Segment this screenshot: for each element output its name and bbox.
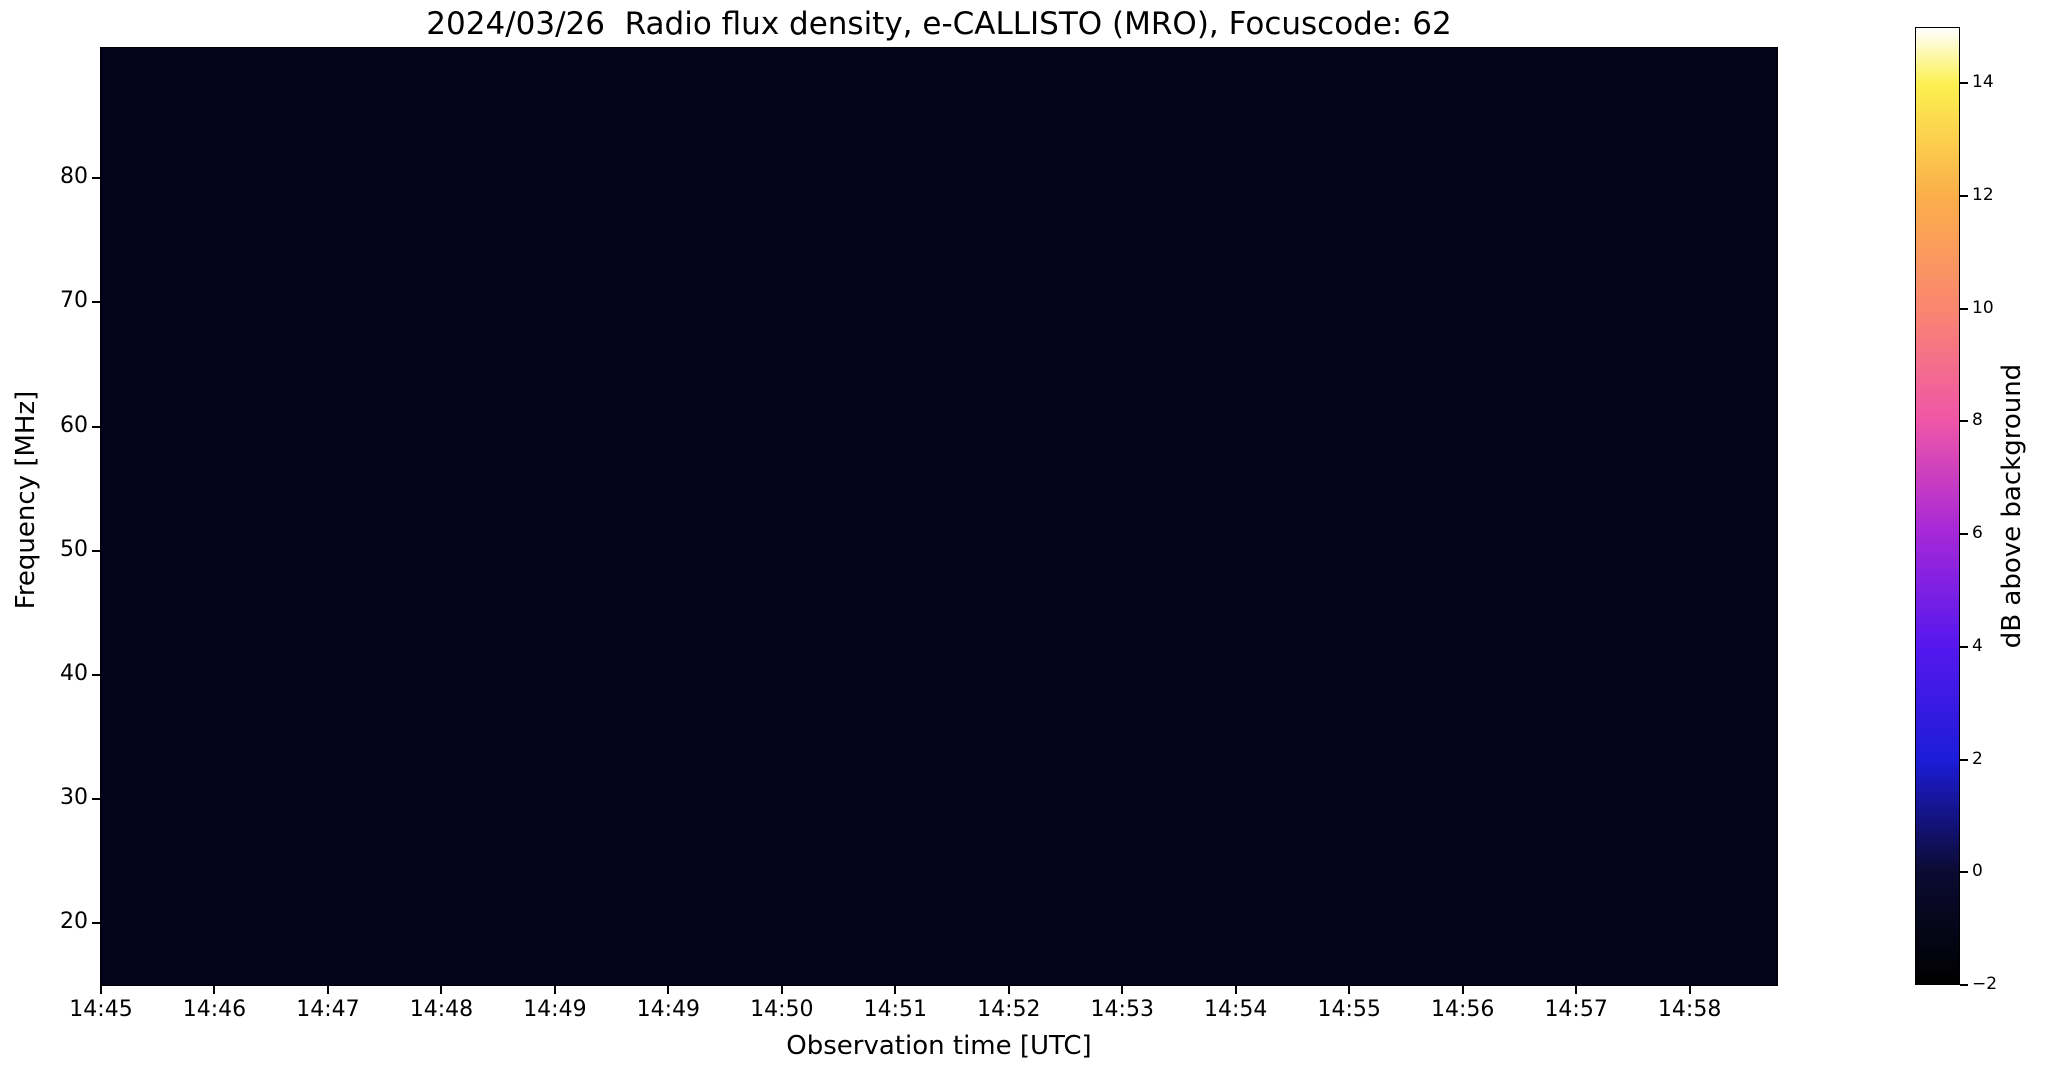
y-tick-mark	[92, 921, 101, 924]
chart-title: 2024/03/26 Radio flux density, e-CALLIST…	[426, 6, 1452, 42]
colorbar-label: dB above background	[1997, 363, 2027, 649]
x-tick-label: 14:49	[636, 997, 701, 1022]
x-tick-label: 14:45	[69, 997, 133, 1022]
x-tick-mark	[1234, 985, 1237, 994]
spectrogram-figure: 2024/03/26 Radio flux density, e-CALLIST…	[0, 0, 2047, 1067]
colorbar-tick-mark	[1960, 645, 1968, 648]
colorbar-tick-mark	[1960, 307, 1968, 310]
y-tick-label: 80	[60, 164, 88, 190]
y-tick-label: 30	[60, 784, 88, 810]
x-tick-mark	[780, 985, 783, 994]
x-tick-mark	[1348, 985, 1351, 994]
y-tick-mark	[92, 673, 101, 676]
x-tick-mark	[1007, 985, 1010, 994]
x-tick-mark	[1575, 985, 1578, 994]
colorbar-tick-label: 2	[1972, 748, 1983, 769]
x-tick-mark	[326, 985, 329, 994]
y-tick-label: 70	[60, 288, 88, 314]
x-tick-mark	[1121, 985, 1124, 994]
y-tick-label: 60	[60, 412, 88, 438]
colorbar-tick-mark	[1960, 871, 1968, 874]
plot-area	[100, 47, 1778, 986]
colorbar-tick-label: 12	[1972, 185, 1994, 206]
colorbar-tick-label: 0	[1972, 861, 1983, 882]
colorbar-tick-label: −2	[1972, 974, 1998, 994]
x-tick-label: 14:47	[296, 997, 360, 1022]
x-tick-label: 14:49	[523, 997, 587, 1022]
x-tick-label: 14:50	[750, 997, 814, 1022]
colorbar-tick-mark	[1960, 82, 1968, 85]
x-tick-mark	[894, 985, 897, 994]
colorbar-tick-mark	[1960, 533, 1968, 536]
x-tick-mark	[100, 985, 102, 994]
x-tick-label: 14:57	[1544, 997, 1608, 1022]
x-tick-label: 14:46	[182, 997, 247, 1022]
y-tick-mark	[92, 549, 101, 552]
x-tick-label: 14:56	[1430, 997, 1495, 1022]
x-tick-mark	[553, 985, 556, 994]
y-tick-label: 40	[60, 660, 88, 686]
y-tick-label: 50	[60, 536, 88, 562]
colorbar-tick-mark	[1960, 420, 1968, 423]
colorbar	[1915, 27, 1960, 985]
colorbar-tick-label: 10	[1972, 297, 1994, 318]
colorbar-tick-mark	[1960, 195, 1968, 198]
x-tick-label: 14:58	[1657, 997, 1722, 1022]
colorbar-gradient	[1916, 28, 1959, 984]
x-tick-label: 14:54	[1204, 997, 1268, 1022]
x-axis-label: Observation time [UTC]	[786, 1031, 1092, 1061]
x-tick-mark	[213, 985, 216, 994]
x-tick-label: 14:53	[1090, 997, 1154, 1022]
x-tick-label: 14:51	[863, 997, 928, 1022]
y-tick-mark	[92, 177, 101, 180]
colorbar-tick-mark	[1960, 984, 1968, 986]
y-tick-mark	[92, 425, 101, 428]
y-tick-label: 20	[60, 908, 88, 934]
y-tick-mark	[92, 301, 101, 304]
x-tick-mark	[1461, 985, 1464, 994]
x-tick-mark	[1688, 985, 1691, 994]
x-tick-mark	[440, 985, 443, 994]
colorbar-tick-label: 14	[1972, 72, 1994, 93]
x-tick-label: 14:52	[977, 997, 1041, 1022]
x-tick-label: 14:48	[409, 997, 474, 1022]
y-tick-mark	[92, 797, 101, 800]
x-tick-mark	[667, 985, 670, 994]
x-tick-label: 14:55	[1317, 997, 1381, 1022]
colorbar-tick-mark	[1960, 758, 1968, 761]
